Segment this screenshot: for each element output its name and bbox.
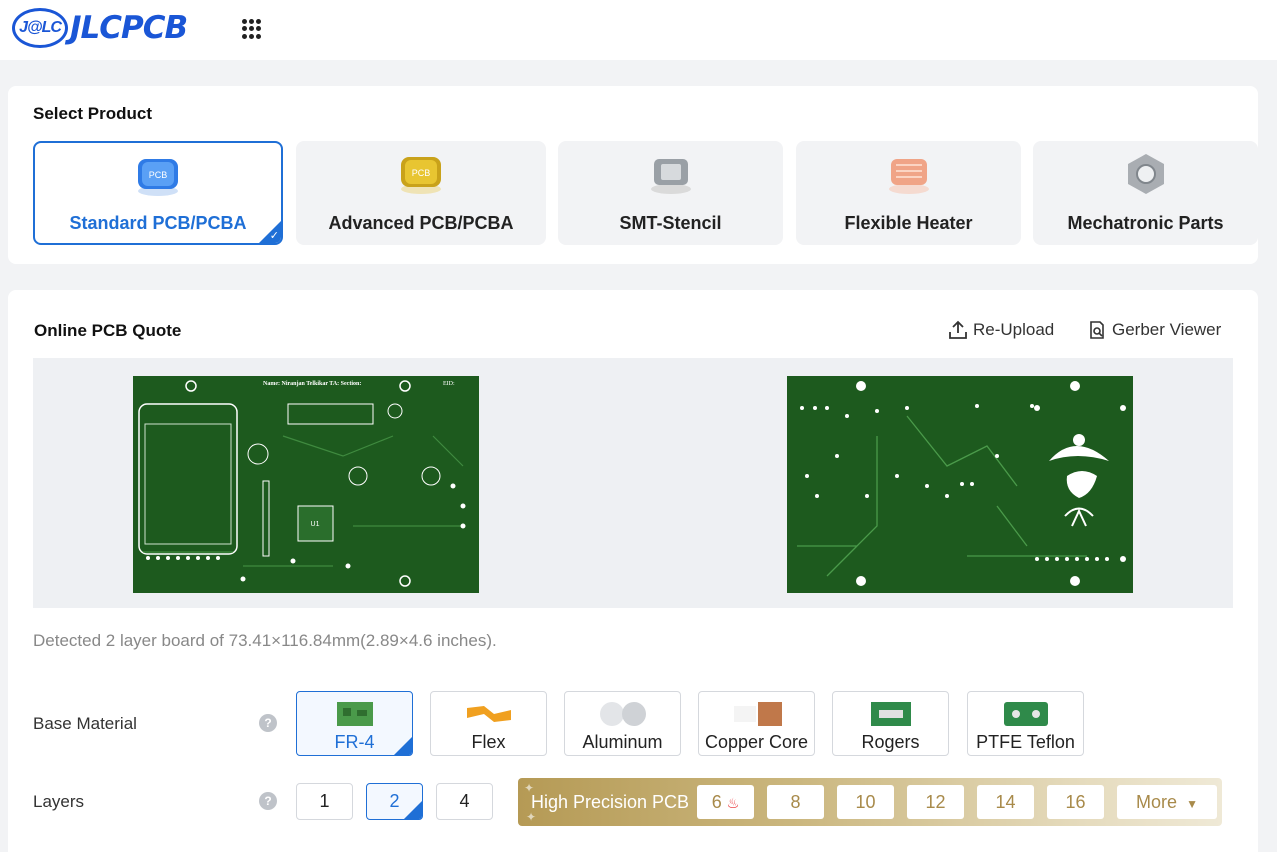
layer-option-8[interactable]: 8 bbox=[767, 785, 824, 819]
online-quote-card: Online PCB Quote Re-Upload Gerber Viewer… bbox=[8, 290, 1258, 852]
caret-down-icon: ▼ bbox=[1186, 797, 1198, 811]
help-icon[interactable]: ? bbox=[259, 792, 277, 810]
re-upload-label: Re-Upload bbox=[973, 320, 1055, 339]
material-flex[interactable]: Flex bbox=[430, 691, 547, 756]
select-product-title: Select Product bbox=[33, 104, 153, 123]
logo-text: JLCPCB bbox=[70, 10, 188, 46]
product-label: SMT-Stencil bbox=[619, 213, 722, 233]
product-mechatronic-parts[interactable]: Mechatronic Parts bbox=[1033, 141, 1258, 245]
upload-icon bbox=[949, 320, 967, 339]
product-label: Flexible Heater bbox=[844, 213, 973, 233]
material-label: Rogers bbox=[861, 732, 920, 752]
layer-option-4[interactable]: 4 bbox=[436, 783, 493, 820]
rogers-board-icon bbox=[870, 702, 911, 726]
hot-flame-icon: ♨ bbox=[726, 795, 740, 811]
pcb-chip-icon: PCB bbox=[138, 159, 178, 196]
layer-option-label: 2 bbox=[389, 791, 400, 811]
product-flexible-heater[interactable]: Flexible Heater bbox=[796, 141, 1021, 245]
gerber-viewer-label: Gerber Viewer bbox=[1112, 320, 1222, 339]
gerber-viewer-button[interactable]: Gerber Viewer bbox=[1087, 320, 1221, 340]
base-material-label: Base Material bbox=[33, 714, 137, 733]
selected-check-icon: ✓ bbox=[259, 221, 281, 243]
stencil-icon bbox=[650, 159, 691, 194]
more-layers-dropdown[interactable]: More ▼ bbox=[1117, 785, 1217, 819]
help-icon[interactable]: ? bbox=[259, 714, 277, 732]
flex-cable-icon bbox=[466, 706, 511, 722]
heater-icon bbox=[888, 159, 929, 194]
selected-check-icon bbox=[404, 801, 422, 819]
re-upload-button[interactable]: Re-Upload bbox=[948, 320, 1054, 340]
ptfe-board-icon bbox=[1003, 702, 1048, 726]
document-search-icon bbox=[1090, 321, 1104, 339]
svg-text:PCB: PCB bbox=[412, 168, 431, 178]
pcb-bottom-layer-image[interactable] bbox=[787, 376, 1133, 593]
material-label: Aluminum bbox=[582, 732, 663, 752]
svg-text:Name: Niranjan Telkikar TA: Se: Name: Niranjan Telkikar TA: Section: bbox=[263, 381, 361, 387]
copper-core-icon bbox=[733, 702, 782, 726]
material-fr4[interactable]: FR-4 bbox=[296, 691, 413, 756]
top-header: J@LC JLCPCB bbox=[0, 0, 1277, 60]
layer-option-2[interactable]: 2 bbox=[366, 783, 423, 820]
detected-board-text: Detected 2 layer board of 73.41×116.84mm… bbox=[33, 631, 497, 650]
layer-option-16[interactable]: 16 bbox=[1047, 785, 1104, 819]
svg-text:EID:: EID: bbox=[443, 381, 455, 387]
layer-option-label: 6 bbox=[711, 792, 722, 812]
material-rogers[interactable]: Rogers bbox=[832, 691, 949, 756]
product-label: Standard PCB/PCBA bbox=[69, 213, 247, 233]
layer-option-14[interactable]: 14 bbox=[977, 785, 1034, 819]
product-advanced-pcb[interactable]: PCB Advanced PCB/PCBA bbox=[296, 141, 546, 245]
online-quote-title: Online PCB Quote bbox=[34, 321, 182, 340]
high-precision-label: High Precision PCB bbox=[531, 792, 690, 812]
fr4-board-icon bbox=[336, 702, 373, 726]
svg-text:U1: U1 bbox=[311, 521, 320, 528]
layer-option-1[interactable]: 1 bbox=[296, 783, 353, 820]
svg-text:PCB: PCB bbox=[149, 170, 168, 180]
gold-chip-icon: PCB bbox=[401, 157, 441, 194]
layer-option-10[interactable]: 10 bbox=[837, 785, 894, 819]
product-smt-stencil[interactable]: SMT-Stencil bbox=[558, 141, 783, 245]
material-label: PTFE Teflon bbox=[976, 732, 1075, 752]
layers-label: Layers bbox=[33, 792, 85, 811]
apps-grid-icon[interactable] bbox=[242, 19, 262, 39]
pcb-top-layer-image[interactable]: Name: Niranjan Telkikar TA: Section: EID… bbox=[133, 376, 479, 593]
select-product-card: Select Product PCB Standard PCB/PCBA ✓ P… bbox=[8, 86, 1258, 264]
product-label: Advanced PCB/PCBA bbox=[328, 213, 514, 233]
high-precision-pcb-bar: ✦ ✦ High Precision PCB 6 ♨ 8 10 12 14 16… bbox=[518, 778, 1222, 826]
material-label: Flex bbox=[471, 732, 506, 752]
hex-nut-icon bbox=[1127, 154, 1164, 194]
aluminum-disc-icon bbox=[599, 702, 646, 726]
logo-artwork bbox=[1049, 434, 1109, 527]
material-aluminum[interactable]: Aluminum bbox=[564, 691, 681, 756]
selected-check-icon bbox=[394, 737, 412, 755]
layer-option-12[interactable]: 12 bbox=[907, 785, 964, 819]
product-standard-pcb[interactable]: PCB Standard PCB/PCBA ✓ bbox=[33, 141, 283, 245]
layer-option-6[interactable]: 6 ♨ bbox=[697, 785, 754, 819]
jlcpcb-logo[interactable]: J@LC JLCPCB bbox=[12, 8, 188, 48]
product-label: Mechatronic Parts bbox=[1067, 213, 1224, 233]
material-ptfe-teflon[interactable]: PTFE Teflon bbox=[967, 691, 1084, 756]
material-label: Copper Core bbox=[704, 732, 809, 752]
more-label: More bbox=[1136, 792, 1178, 812]
logo-badge: J@LC bbox=[12, 8, 68, 48]
material-copper-core[interactable]: Copper Core bbox=[698, 691, 815, 756]
pcb-preview-area: Name: Niranjan Telkikar TA: Section: EID… bbox=[33, 358, 1233, 608]
